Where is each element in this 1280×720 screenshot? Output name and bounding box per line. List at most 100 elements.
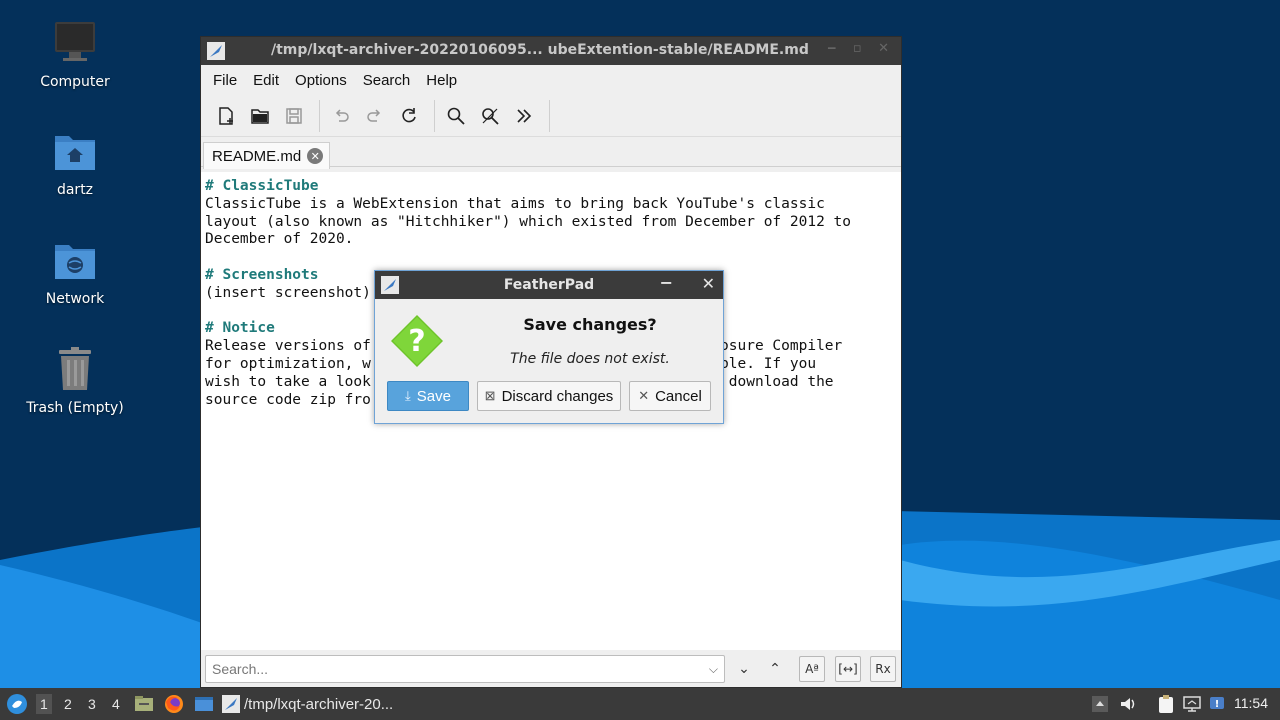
computer-icon (51, 20, 99, 68)
new-file-button[interactable] (211, 101, 241, 131)
editor-line: December of 2020. (205, 231, 354, 248)
featherpad-app-icon (222, 695, 240, 713)
reload-icon (402, 107, 416, 122)
network-folder-icon (51, 237, 99, 285)
cancel-icon: ✕ (638, 388, 650, 403)
search-placeholder: Search... (212, 661, 269, 677)
menubar: File Edit Options Search Help (201, 65, 901, 95)
menu-options[interactable]: Options (287, 72, 355, 89)
chevron-up-icon: ⌃ (769, 661, 781, 677)
tray-up-arrow-icon[interactable] (1090, 694, 1110, 714)
search-input[interactable]: Search... ⌵ (205, 655, 725, 683)
dialog-message: The file does not exist. (510, 351, 670, 367)
tab-readme[interactable]: README.md ✕ (203, 142, 331, 169)
minimize-icon[interactable]: − (660, 273, 673, 292)
chevron-down-icon[interactable]: ⌵ (709, 656, 718, 682)
window-titlebar[interactable]: /tmp/lxqt-archiver-20220106095... ubeExt… (201, 37, 901, 65)
home-folder-icon (51, 128, 99, 176)
go-to-line-button[interactable] (509, 101, 539, 131)
taskbar: 1 2 3 4 /tmp/lxqt-archiver-20... ! 11:54 (0, 688, 1280, 720)
window-controls: ‒ ▫ ✕ (827, 41, 895, 56)
regex-button[interactable]: Rx (870, 656, 896, 682)
chevrons-right-icon (517, 108, 532, 123)
trash-icon (51, 346, 99, 394)
save-icon (286, 107, 302, 124)
desktop-icon-label: Network (45, 291, 105, 307)
toolbar-separator (434, 99, 435, 132)
redo-button[interactable] (360, 101, 390, 131)
notification-icon[interactable]: ! (1208, 694, 1228, 714)
discard-icon: ⊠ (484, 388, 496, 403)
toolbar (201, 95, 901, 137)
find-replace-icon (482, 107, 499, 125)
clipboard-icon[interactable] (1156, 694, 1176, 714)
window-title: /tmp/lxqt-archiver-20220106095... ubeExt… (271, 42, 809, 58)
menu-help[interactable]: Help (418, 72, 465, 89)
match-case-icon: Aª (805, 662, 819, 676)
desktop-icon-network[interactable]: Network (15, 237, 135, 307)
discard-changes-button[interactable]: ⊠ Discard changes (477, 381, 621, 411)
cancel-button[interactable]: ✕ Cancel (629, 381, 711, 411)
desktop-icon-dartz[interactable]: dartz (15, 128, 135, 198)
toolbar-separator (549, 99, 550, 132)
find-previous-button[interactable]: ⌃ (762, 656, 788, 682)
match-case-button[interactable]: Aª (799, 656, 825, 682)
undo-icon (335, 108, 349, 122)
show-desktop-icon[interactable] (194, 694, 214, 714)
whole-word-button[interactable]: [↔] (835, 656, 861, 682)
volume-icon[interactable] (1118, 694, 1138, 714)
find-button[interactable] (441, 101, 471, 131)
desktop-icon-trash[interactable]: Trash (Empty) (15, 346, 135, 416)
find-next-button[interactable]: ⌄ (731, 656, 757, 682)
replace-button[interactable] (475, 101, 505, 131)
network-tray-icon[interactable] (1182, 694, 1202, 714)
save-changes-dialog: FeatherPad − ✕ ? Save changes? The file … (374, 270, 724, 424)
taskbar-window-entry[interactable]: /tmp/lxqt-archiver-20... (222, 690, 422, 718)
save-file-button[interactable] (279, 101, 309, 131)
regex-icon: Rx (875, 662, 891, 676)
save-button-label: Save (416, 387, 451, 405)
editor-line: layout (also known as "Hitchhiker") whic… (205, 213, 852, 230)
download-icon: ⤓ (405, 388, 411, 403)
toolbar-separator (319, 99, 320, 132)
desktop-icon-label: Trash (Empty) (26, 400, 124, 416)
search-icon (447, 107, 465, 125)
start-menu-icon[interactable] (6, 693, 28, 715)
desktop-switch-3[interactable]: 3 (88, 696, 96, 712)
tab-bar: README.md ✕ (201, 137, 901, 169)
desktop-icon-computer[interactable]: Computer (15, 20, 135, 90)
folder-open-icon (251, 108, 269, 124)
question-icon: ? (391, 315, 443, 367)
svg-text:!: ! (1215, 699, 1220, 710)
cancel-button-label: Cancel (655, 387, 702, 405)
desktop-switch-2[interactable]: 2 (64, 696, 72, 712)
tab-close-icon[interactable]: ✕ (307, 148, 324, 164)
firefox-icon[interactable] (164, 694, 184, 714)
new-file-icon (219, 106, 233, 125)
reload-button[interactable] (394, 101, 424, 131)
taskbar-window-label: /tmp/lxqt-archiver-20... (244, 695, 394, 713)
open-file-button[interactable] (245, 101, 275, 131)
menu-edit[interactable]: Edit (245, 72, 287, 89)
tab-label: README.md (212, 147, 302, 165)
desktop-switch-4[interactable]: 4 (112, 696, 120, 712)
featherpad-app-icon (207, 42, 225, 60)
desktop-switch-1[interactable]: 1 (36, 694, 52, 714)
clock: 11:54 (1234, 695, 1268, 711)
editor-heading-line: # ClassicTube (205, 178, 319, 194)
save-button[interactable]: ⤓ Save (387, 381, 469, 411)
editor-line: ClassicTube is a WebExtension that aims … (205, 195, 825, 212)
desktop-icon-label: Computer (40, 74, 110, 90)
search-bar: Search... ⌵ ⌄ ⌃ Aª [↔] Rx (201, 651, 901, 687)
dialog-headline: Save changes? (523, 315, 657, 334)
file-manager-icon[interactable] (134, 694, 154, 714)
dialog-titlebar[interactable]: FeatherPad − ✕ (375, 271, 723, 299)
menu-file[interactable]: File (205, 72, 245, 89)
close-icon[interactable]: ✕ (702, 274, 715, 293)
menu-search[interactable]: Search (355, 72, 419, 89)
chevron-down-icon: ⌄ (738, 661, 750, 677)
redo-icon (367, 108, 381, 122)
discard-button-label: Discard changes (501, 387, 614, 405)
undo-button[interactable] (326, 101, 356, 131)
